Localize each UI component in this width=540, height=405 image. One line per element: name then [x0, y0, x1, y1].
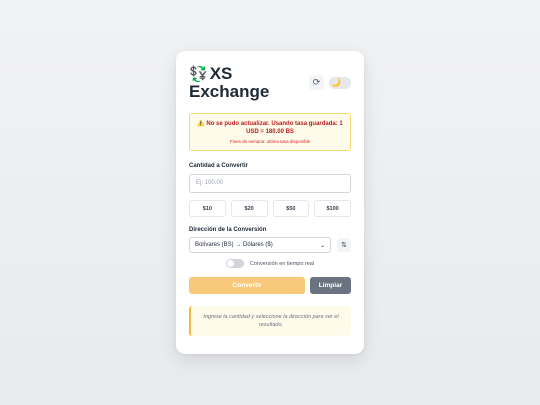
card-header: 💱 XS Exchange ⟳ 🌙	[189, 64, 351, 104]
header-controls: ⟳ 🌙	[309, 75, 351, 90]
realtime-toggle[interactable]	[225, 259, 244, 268]
clear-button[interactable]: Limpiar	[310, 277, 351, 294]
amount-input[interactable]: Ej: 100.00	[189, 174, 351, 193]
result-box: Ingrese la cantidad y seleccione la dire…	[189, 306, 351, 336]
app-title: 💱 XS Exchange	[189, 65, 309, 100]
realtime-row: Conversión en tiempo real	[189, 259, 351, 268]
convert-button[interactable]: Convertir	[189, 277, 305, 294]
quick-amount-100-button[interactable]: $100	[314, 200, 351, 217]
theme-toggle[interactable]: 🌙	[329, 76, 351, 89]
refresh-icon: ⟳	[312, 77, 321, 87]
realtime-toggle-knob	[226, 260, 234, 267]
chevron-down-icon: ⌄	[319, 242, 325, 249]
direction-selected-value: Bolívares (BS) → Dólares ($)	[195, 242, 273, 248]
direction-select[interactable]: Bolívares (BS) → Dólares ($) ⌄	[189, 237, 331, 253]
result-message: Ingrese la cantidad y seleccione la dire…	[203, 314, 339, 328]
quick-amount-10-button[interactable]: $10	[189, 200, 226, 217]
action-row: Convertir Limpiar	[189, 277, 351, 294]
amount-label: Cantidad a Convertir	[189, 163, 249, 169]
quick-amounts: $10 $20 $50 $100	[189, 200, 351, 217]
quick-amount-50-button[interactable]: $50	[272, 200, 310, 217]
moon-icon: 🌙	[331, 77, 341, 87]
quick-amount-20-button[interactable]: $20	[230, 200, 268, 217]
swap-direction-button[interactable]: ⇅	[337, 238, 351, 252]
alert-message: ⚠️ No se pudo actualizar. Usando tasa gu…	[197, 121, 343, 135]
direction-row: Bolívares (BS) → Dólares ($) ⌄ ⇅	[189, 237, 351, 253]
currency-exchange-icon: 💱	[189, 66, 208, 83]
swap-icon: ⇅	[341, 242, 347, 249]
alert-detail: Fines de semana: ultima tasa disponible	[229, 139, 311, 144]
realtime-label: Conversión en tiempo real	[249, 260, 315, 267]
direction-label: Dirección de la Conversión	[189, 227, 267, 233]
refresh-button[interactable]: ⟳	[309, 75, 324, 90]
converter-card: 💱 XS Exchange ⟳ 🌙 ⚠️ No se pudo actualiza…	[176, 51, 364, 354]
rate-warning-alert: ⚠️ No se pudo actualizar. Usando tasa gu…	[189, 113, 351, 151]
